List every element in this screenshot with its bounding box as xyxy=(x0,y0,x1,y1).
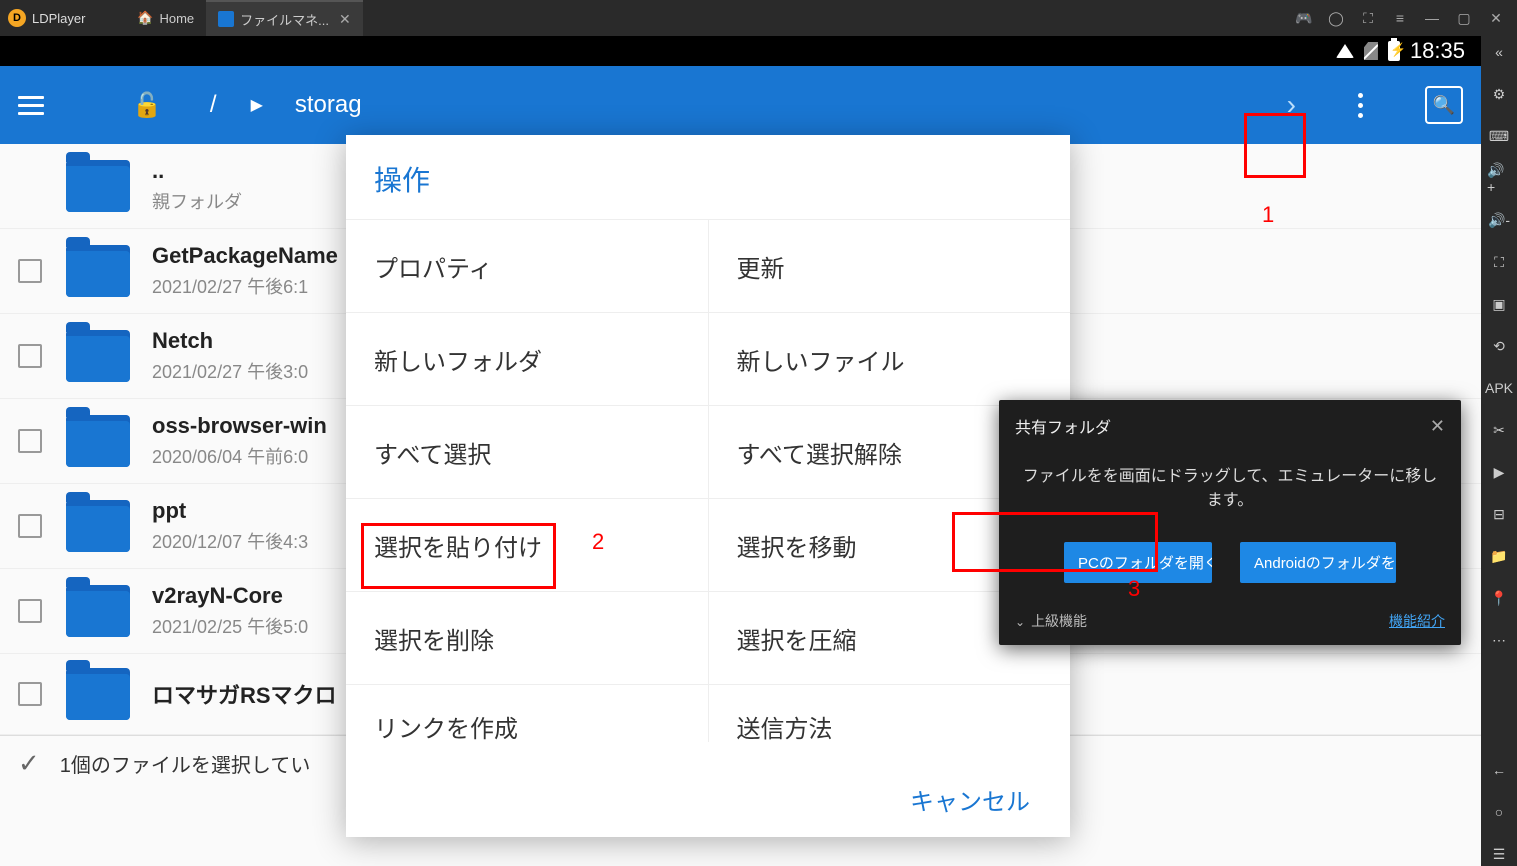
feature-intro-link[interactable]: 機能紹介 xyxy=(1389,611,1445,631)
file-name: v2rayN-Core xyxy=(152,583,308,609)
open-android-folder-button[interactable]: Androidのフォルダを開く xyxy=(1240,542,1396,583)
location-icon[interactable]: 📍 xyxy=(1487,586,1511,610)
close-icon[interactable]: ✕ xyxy=(1430,416,1445,437)
fullscreen-icon[interactable]: ⛶ xyxy=(1487,250,1511,274)
share-title: 共有フォルダ xyxy=(1015,414,1111,438)
keyboard-icon[interactable]: ⌨ xyxy=(1487,124,1511,148)
checkbox[interactable] xyxy=(18,429,42,453)
multi-instance-icon[interactable]: ▣ xyxy=(1487,292,1511,316)
checkbox[interactable] xyxy=(18,599,42,623)
recents-icon[interactable]: ☰ xyxy=(1487,842,1511,866)
file-sub: 2021/02/25 午後5:0 xyxy=(152,613,308,639)
settings-icon[interactable]: ⚙ xyxy=(1487,82,1511,106)
op-new-folder[interactable]: 新しいフォルダ xyxy=(346,312,709,405)
op-send-method[interactable]: 送信方法 xyxy=(709,684,1071,742)
file-sub: 2020/06/04 午前6:0 xyxy=(152,443,327,469)
file-name: Netch xyxy=(152,328,308,354)
op-refresh[interactable]: 更新 xyxy=(709,219,1071,312)
folder-icon xyxy=(66,330,130,382)
expand-icon[interactable]: ⛶ xyxy=(1355,5,1381,31)
operation-record-icon[interactable]: ⊟ xyxy=(1487,502,1511,526)
app-name: LDPlayer xyxy=(32,11,85,26)
chevron-right-icon[interactable]: › xyxy=(1287,89,1296,121)
folder-icon xyxy=(66,585,130,637)
gamepad-icon[interactable]: 🎮 xyxy=(1291,5,1317,31)
folder-icon xyxy=(66,668,130,720)
wifi-icon xyxy=(1336,44,1354,58)
file-name: .. xyxy=(152,158,242,184)
clock: 18:35 xyxy=(1410,38,1465,64)
more-icon[interactable]: ⋯ xyxy=(1487,628,1511,652)
volume-down-icon[interactable]: 🔊- xyxy=(1487,208,1511,232)
sync-icon[interactable]: ⟲ xyxy=(1487,334,1511,358)
open-pc-folder-button[interactable]: PCのフォルダを開く xyxy=(1064,542,1212,583)
tab-label: Home xyxy=(159,11,194,26)
tab-filemanager[interactable]: ファイルマネ... ✕ xyxy=(206,0,363,36)
op-delete-selection[interactable]: 選択を削除 xyxy=(346,591,709,684)
search-icon[interactable]: 🔍 xyxy=(1425,86,1463,124)
op-paste-selection[interactable]: 選択を貼り付け xyxy=(346,498,709,591)
cancel-button[interactable]: キャンセル xyxy=(910,789,1030,816)
breadcrumb-path[interactable]: storag xyxy=(295,91,362,119)
operations-dialog: 操作 プロパティ 更新 新しいフォルダ 新しいファイル すべて選択 すべて選択解… xyxy=(346,135,1070,837)
path-root[interactable]: / xyxy=(210,91,217,119)
checkbox[interactable] xyxy=(18,514,42,538)
dialog-title: 操作 xyxy=(346,135,1070,219)
file-name: ロマサガRSマクロ xyxy=(152,678,337,710)
battery-icon: ⚡ xyxy=(1388,41,1400,61)
share-folder-icon[interactable]: 📁 xyxy=(1487,544,1511,568)
hamburger-icon[interactable]: ≡ xyxy=(1387,5,1413,31)
close-icon[interactable]: ✕ xyxy=(339,11,351,28)
file-sub: 親フォルダ xyxy=(152,188,242,214)
tab-home[interactable]: 🏠 Home xyxy=(125,0,206,36)
file-sub: 2021/02/27 午後3:0 xyxy=(152,358,308,384)
chevron-down-icon: ⌄ xyxy=(1015,615,1025,629)
folder-icon xyxy=(66,500,130,552)
account-icon[interactable]: ◯ xyxy=(1323,5,1349,31)
titlebar: D LDPlayer 🏠 Home ファイルマネ... ✕ 🎮 ◯ ⛶ ≡ — … xyxy=(0,0,1517,36)
app-logo: D xyxy=(8,9,26,27)
checkbox[interactable] xyxy=(18,682,42,706)
share-description: ファイルをを画面にドラッグして、エミュレーターに移します。 xyxy=(999,452,1461,520)
advanced-toggle[interactable]: ⌄上級機能 xyxy=(1015,611,1087,631)
op-properties[interactable]: プロパティ xyxy=(346,219,709,312)
folder-icon xyxy=(218,11,234,27)
folder-icon xyxy=(66,245,130,297)
file-name: ppt xyxy=(152,498,308,524)
record-icon[interactable]: ▶ xyxy=(1487,460,1511,484)
file-sub: 2020/12/07 午後4:3 xyxy=(152,528,308,554)
scissors-icon[interactable]: ✂ xyxy=(1487,418,1511,442)
tab-label: ファイルマネ... xyxy=(240,10,329,29)
home-icon[interactable]: ○ xyxy=(1487,800,1511,824)
hamburger-menu-icon[interactable] xyxy=(18,96,44,115)
folder-icon xyxy=(66,415,130,467)
emulator-sidebar: « ⚙ ⌨ 🔊+ 🔊- ⛶ ▣ ⟲ APK ✂ ▶ ⊟ 📁 📍 ⋯ ← ○ ☰ xyxy=(1481,36,1517,866)
op-create-link[interactable]: リンクを作成 xyxy=(346,684,709,742)
checkbox[interactable] xyxy=(18,344,42,368)
lock-icon[interactable]: 🔓 xyxy=(132,91,162,120)
folder-icon xyxy=(66,160,130,212)
volume-up-icon[interactable]: 🔊+ xyxy=(1487,166,1511,190)
collapse-icon[interactable]: « xyxy=(1495,44,1503,60)
file-name: oss-browser-win xyxy=(152,413,327,439)
check-icon[interactable]: ✓ xyxy=(18,748,40,779)
chevron-right-icon: ▶ xyxy=(251,95,263,115)
sim-icon xyxy=(1364,42,1378,60)
file-sub: 2021/02/27 午後6:1 xyxy=(152,273,338,299)
op-select-all[interactable]: すべて選択 xyxy=(346,405,709,498)
android-statusbar: ⚡ 18:35 xyxy=(0,36,1481,66)
share-folder-panel: 共有フォルダ ✕ ファイルをを画面にドラッグして、エミュレーターに移します。 P… xyxy=(999,400,1461,645)
apk-icon[interactable]: APK xyxy=(1487,376,1511,400)
app-toolbar: 🔓 / ▶ storag › 🔍 xyxy=(0,66,1481,144)
close-window-icon[interactable]: ✕ xyxy=(1483,5,1509,31)
maximize-icon[interactable]: ▢ xyxy=(1451,5,1477,31)
minimize-icon[interactable]: — xyxy=(1419,5,1445,31)
home-icon: 🏠 xyxy=(137,10,153,26)
back-icon[interactable]: ← xyxy=(1487,758,1511,782)
more-menu-icon[interactable] xyxy=(1346,83,1375,128)
selection-text: 1個のファイルを選択してい xyxy=(60,749,311,778)
checkbox[interactable] xyxy=(18,259,42,283)
op-new-file[interactable]: 新しいファイル xyxy=(709,312,1071,405)
file-name: GetPackageName xyxy=(152,243,338,269)
